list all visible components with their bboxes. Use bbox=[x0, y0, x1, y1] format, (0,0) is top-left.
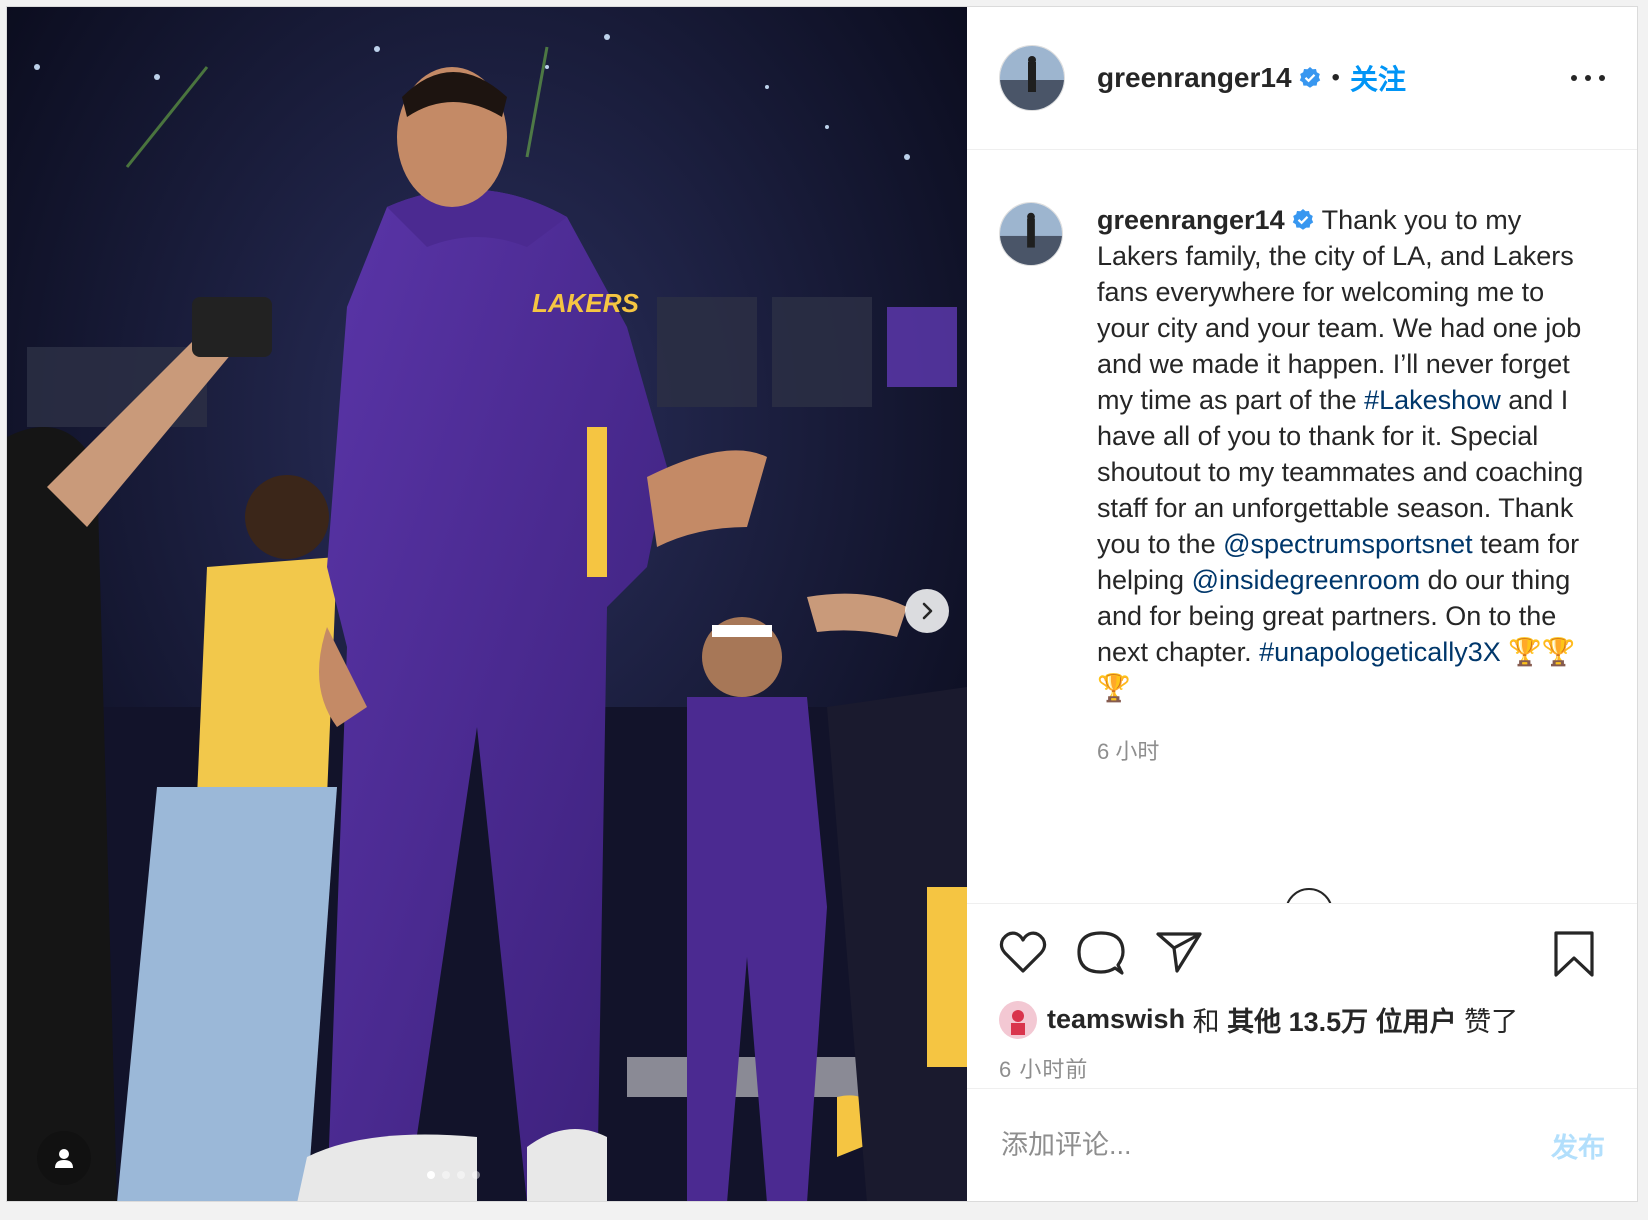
avatar-image bbox=[1000, 203, 1062, 265]
more-dot bbox=[1599, 75, 1605, 81]
verified-badge-icon bbox=[1292, 208, 1313, 230]
post-side-panel: greenranger14 • 关注 greenranger14 Thank y… bbox=[967, 7, 1637, 1201]
caption-username[interactable]: greenranger14 bbox=[1097, 205, 1285, 235]
post-header: greenranger14 • 关注 bbox=[967, 7, 1637, 150]
more-options-icon[interactable] bbox=[1571, 75, 1605, 81]
more-dot bbox=[1585, 75, 1591, 81]
follow-button[interactable]: 关注 bbox=[1350, 58, 1406, 98]
likes-count-link[interactable]: 其他 13.5万 位用户 bbox=[1227, 1000, 1457, 1039]
comments-scroll-area[interactable]: greenranger14 Thank you to my Lakers fam… bbox=[967, 150, 1637, 903]
post-timestamp[interactable]: 6 小时前 bbox=[999, 1052, 1088, 1084]
header-username[interactable]: greenranger14 bbox=[1097, 62, 1292, 94]
caption-body: greenranger14 Thank you to my Lakers fam… bbox=[1097, 202, 1592, 770]
hashtag-link[interactable]: #Lakeshow bbox=[1364, 385, 1501, 415]
carousel-dot bbox=[442, 1171, 450, 1179]
user-tag-icon bbox=[55, 1149, 73, 1168]
bookmark-icon[interactable] bbox=[1553, 930, 1595, 978]
likes-joiner: 和 bbox=[1185, 1007, 1228, 1037]
hashtag-link[interactable]: #unapologetically3X bbox=[1259, 637, 1501, 667]
comment-icon[interactable] bbox=[1077, 930, 1125, 976]
action-icons bbox=[999, 930, 1203, 976]
verified-badge-icon bbox=[1299, 67, 1320, 88]
caption-timestamp: 6 小时 bbox=[1097, 739, 1160, 764]
user-tag-button[interactable] bbox=[37, 1131, 91, 1185]
post-photo[interactable]: LAKERS bbox=[7, 7, 967, 1201]
heart-icon[interactable] bbox=[999, 930, 1047, 974]
carousel-dot bbox=[427, 1171, 435, 1179]
comment-composer: 发布 bbox=[967, 1088, 1637, 1201]
publish-button[interactable]: 发布 bbox=[1551, 1126, 1605, 1165]
header-separator: • bbox=[1331, 64, 1340, 91]
carousel-indicator bbox=[427, 1171, 480, 1179]
more-dot bbox=[1571, 75, 1577, 81]
share-icon[interactable] bbox=[1155, 930, 1203, 974]
likes-suffix: 赞了 bbox=[1456, 1007, 1519, 1037]
liker-avatar[interactable] bbox=[999, 1000, 1037, 1039]
caption-avatar[interactable] bbox=[999, 202, 1063, 266]
post-modal: LAKERS greenranger14 • 关注 greenranger14 … bbox=[6, 6, 1638, 1202]
avatar-image bbox=[999, 1000, 1037, 1039]
comment-input[interactable] bbox=[999, 1128, 1551, 1162]
avatar[interactable] bbox=[999, 45, 1065, 111]
carousel-next-button[interactable] bbox=[905, 589, 949, 633]
carousel-dot bbox=[472, 1171, 480, 1179]
basketball-arena-photo: LAKERS bbox=[7, 7, 967, 1201]
caption-text-1: Thank you to my Lakers family, the city … bbox=[1097, 205, 1582, 415]
chevron-right-icon bbox=[922, 602, 933, 620]
likes-summary: teamswish 和 其他 13.5万 位用户 赞了 bbox=[999, 1000, 1518, 1039]
caption: greenranger14 Thank you to my Lakers fam… bbox=[999, 202, 1607, 770]
load-more-comments-button[interactable] bbox=[1285, 888, 1333, 903]
carousel-dot bbox=[457, 1171, 465, 1179]
avatar-image bbox=[1000, 46, 1064, 110]
mention-link[interactable]: @insidegreenroom bbox=[1192, 565, 1421, 595]
mention-link[interactable]: @spectrumsportsnet bbox=[1223, 529, 1473, 559]
liker-username[interactable]: teamswish bbox=[1047, 1004, 1185, 1035]
post-actions: teamswish 和 其他 13.5万 位用户 赞了 6 小时前 bbox=[967, 903, 1637, 1104]
svg-text:LAKERS: LAKERS bbox=[532, 288, 640, 318]
